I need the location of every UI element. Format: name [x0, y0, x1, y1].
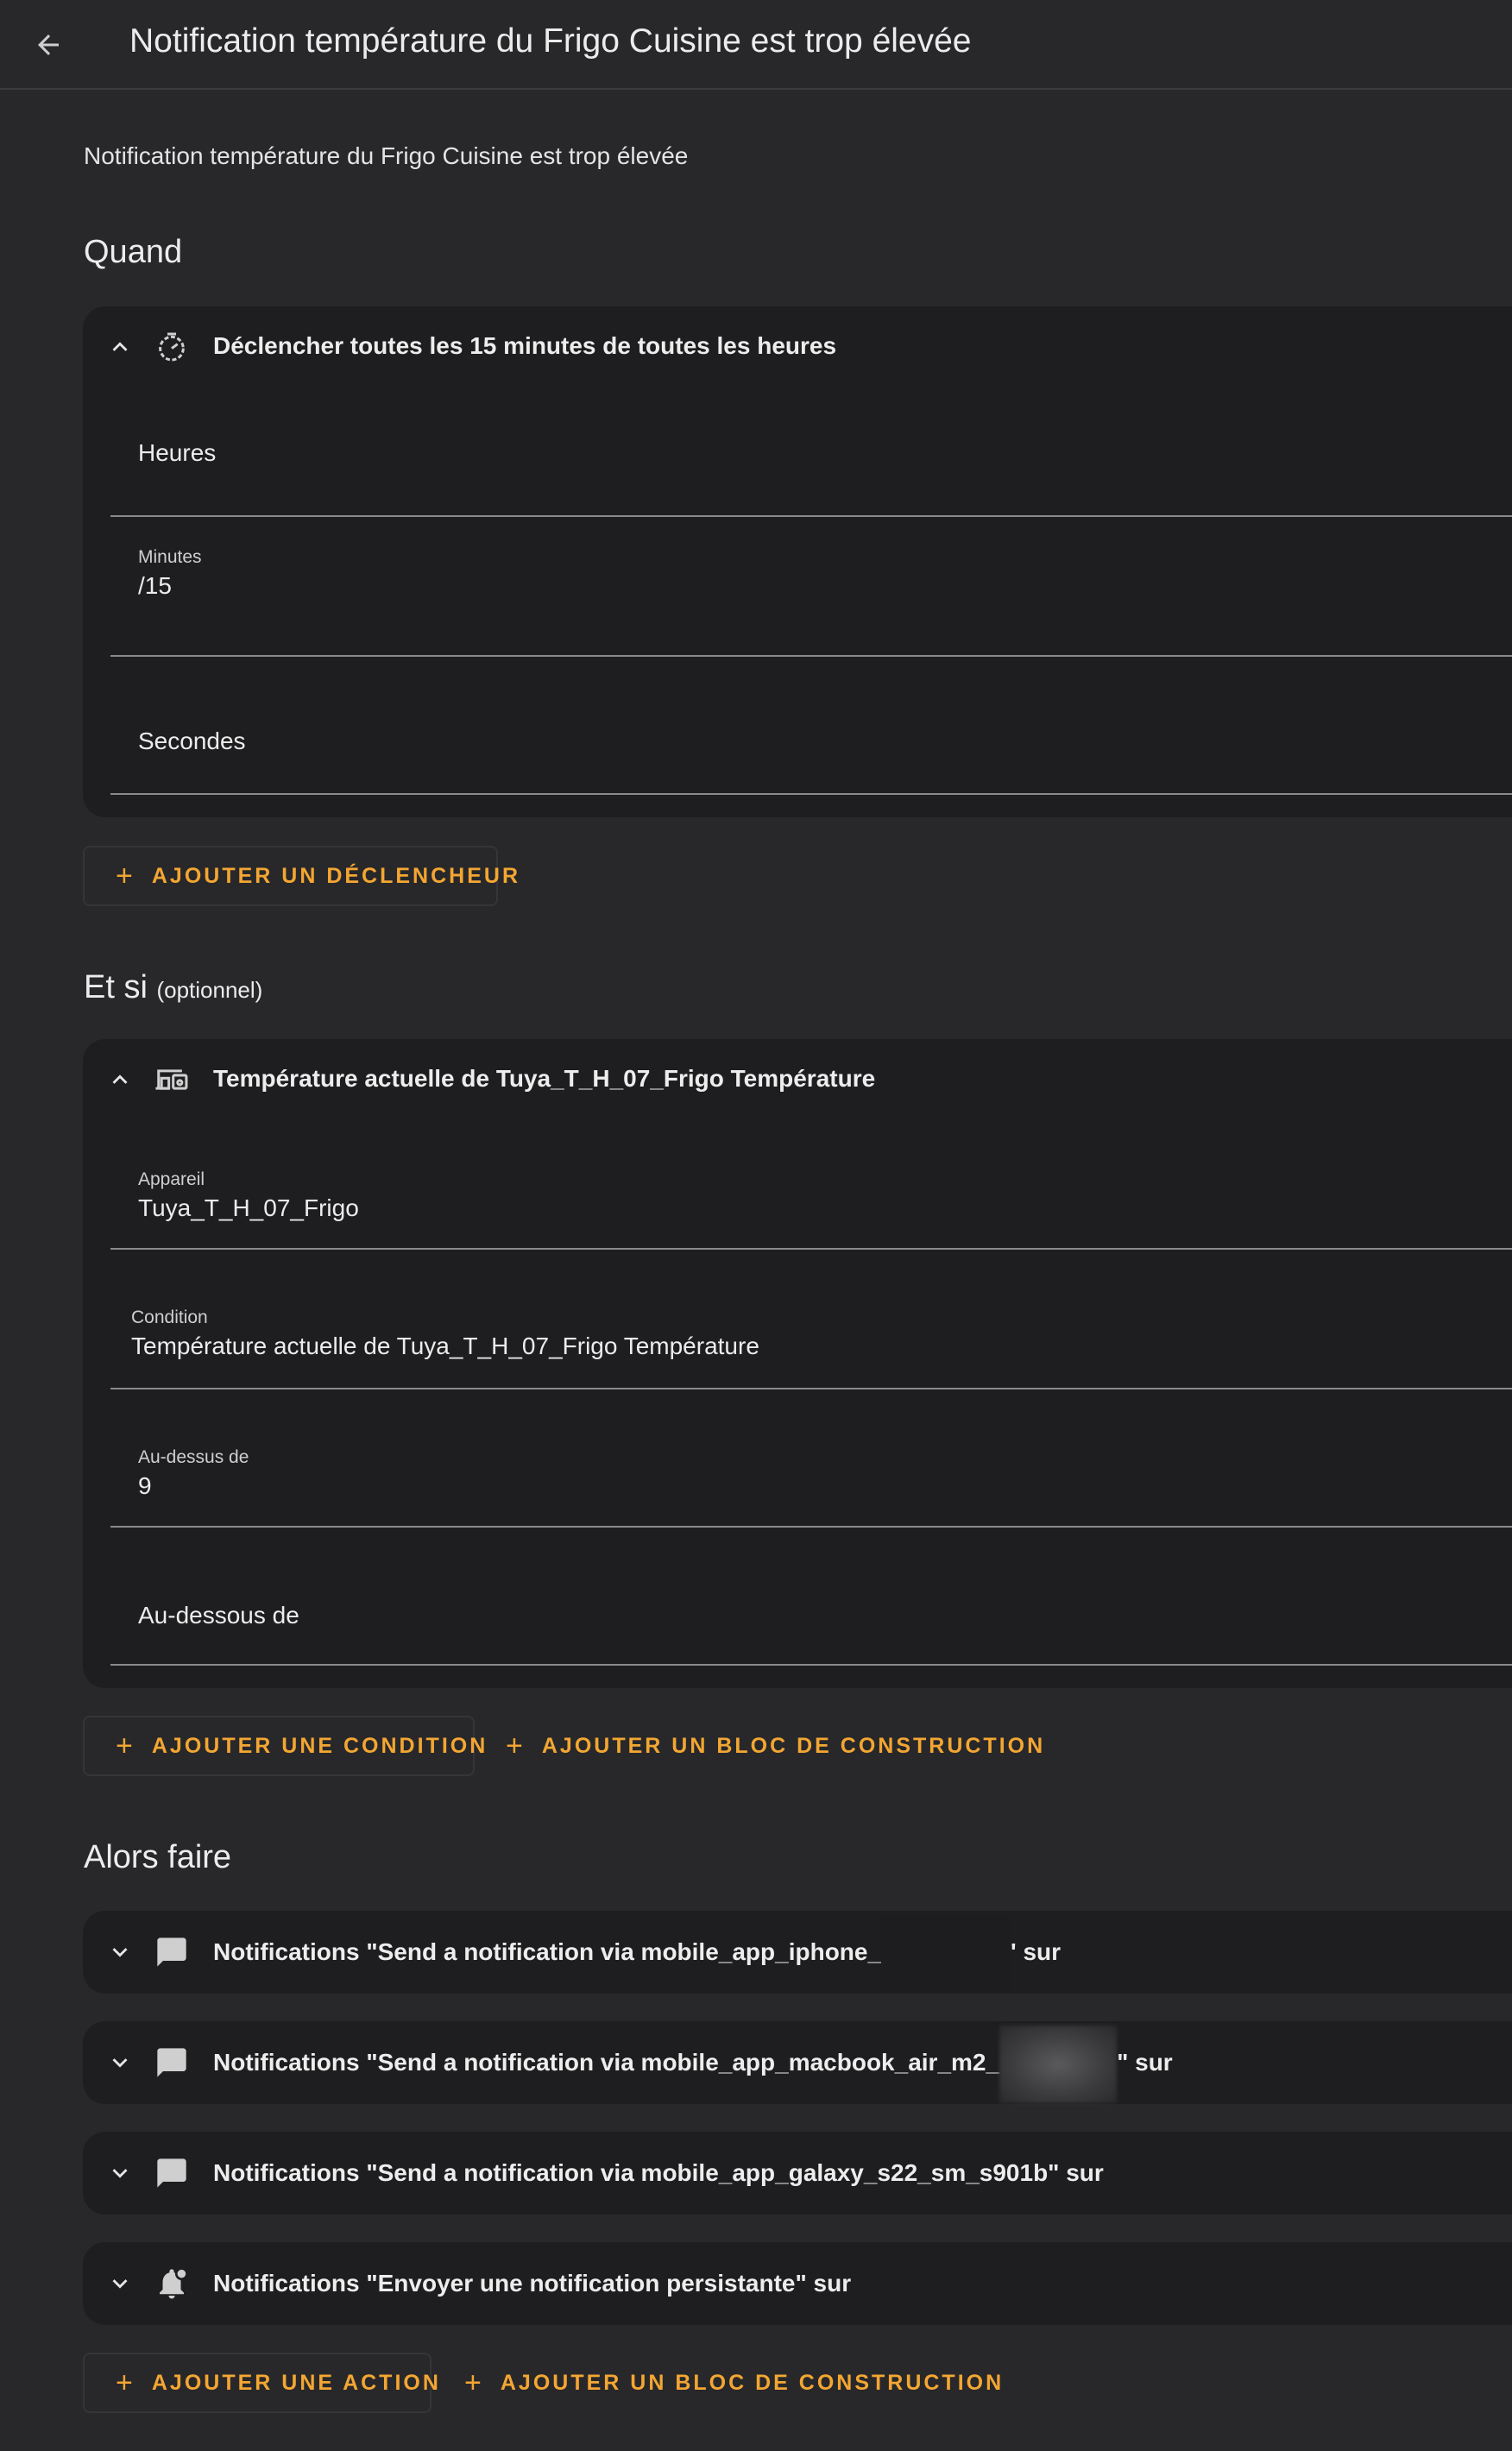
- minutes-value: /15: [138, 572, 172, 599]
- chevron-up-icon: [112, 342, 128, 351]
- device-value: Tuya_T_H_07_Frigo: [138, 1194, 359, 1221]
- condition-summary: Température actuelle de Tuya_T_H_07_Frig…: [213, 1065, 876, 1092]
- section-title-when: Quand: [84, 234, 183, 270]
- condition-value: Température actuelle de Tuya_T_H_07_Frig…: [131, 1333, 759, 1359]
- add-action-button[interactable]: + AJOUTER UNE ACTION: [83, 2353, 438, 2413]
- back-button[interactable]: [22, 19, 74, 71]
- action-row[interactable]: Notifications "Send a notification via m…: [83, 1911, 1512, 1994]
- below-label: Au-dessous de: [138, 1602, 299, 1629]
- collapse-button[interactable]: [100, 327, 140, 367]
- minutes-label: Minutes: [138, 547, 202, 567]
- above-label: Au-dessus de: [138, 1447, 249, 1467]
- section-title-then-do: Alors faire: [84, 1839, 232, 1875]
- automation-description: Notification température du Frigo Cuisin…: [84, 142, 689, 169]
- condition-label: Condition: [131, 1307, 208, 1327]
- top-app-bar: Notification température du Frigo Cuisin…: [0, 0, 1512, 90]
- redacted-area: [881, 1914, 1011, 1993]
- condition-card-header[interactable]: Température actuelle de Tuya_T_H_07_Frig…: [83, 1039, 1512, 1120]
- expand-button[interactable]: [100, 2264, 140, 2303]
- minutes-field[interactable]: Minutes /15: [110, 526, 1512, 657]
- action-row[interactable]: Notifications "Envoyer une notification …: [83, 2242, 1512, 2325]
- plus-icon: +: [464, 2366, 482, 2399]
- page-title: Notification température du Frigo Cuisin…: [129, 22, 972, 60]
- message-icon: [152, 2043, 192, 2082]
- plus-icon: +: [116, 2366, 133, 2399]
- hours-label: Heures: [138, 439, 217, 466]
- seconds-label: Secondes: [138, 728, 246, 754]
- device-field[interactable]: Appareil Tuya_T_H_07_Frigo: [110, 1120, 1512, 1250]
- chevron-down-icon: [112, 2169, 128, 2178]
- chevron-up-icon: [112, 1074, 128, 1084]
- action-row[interactable]: Notifications "Send a notification via m…: [83, 2132, 1512, 2215]
- devices-icon: [152, 1060, 192, 1099]
- action-row[interactable]: Notifications "Send a notification via m…: [83, 2021, 1512, 2104]
- expand-button[interactable]: [100, 1932, 140, 1972]
- collapse-button[interactable]: [100, 1060, 140, 1099]
- hours-field[interactable]: Heures: [110, 387, 1512, 517]
- seconds-field[interactable]: Secondes: [110, 665, 1512, 795]
- plus-icon: +: [116, 860, 133, 892]
- add-condition-button[interactable]: + AJOUTER UNE CONDITION: [83, 1716, 485, 1776]
- message-icon: [152, 2153, 192, 2193]
- redacted-area: [999, 2025, 1118, 2103]
- chevron-down-icon: [112, 2058, 128, 2068]
- timer-clock-icon: [152, 327, 192, 367]
- action-summary: Notifications "Envoyer une notification …: [213, 2270, 852, 2297]
- arrow-left-icon: [38, 35, 59, 55]
- bell-badge-icon: [152, 2264, 192, 2303]
- trigger-summary: Déclencher toutes les 15 minutes de tout…: [213, 332, 837, 359]
- add-building-block-button[interactable]: + AJOUTER UN BLOC DE CONSTRUCTION: [473, 1716, 1073, 1776]
- expand-button[interactable]: [100, 2043, 140, 2082]
- action-summary: Notifications "Send a notification via m…: [213, 2159, 1104, 2186]
- above-value: 9: [138, 1472, 152, 1499]
- add-building-block-button[interactable]: + AJOUTER UN BLOC DE CONSTRUCTION: [432, 2353, 1031, 2413]
- expand-button[interactable]: [100, 2153, 140, 2193]
- action-summary: Notifications "Send a notification via m…: [213, 2025, 1173, 2103]
- message-icon: [152, 1932, 192, 1972]
- chevron-down-icon: [112, 1948, 128, 1957]
- condition-card: Température actuelle de Tuya_T_H_07_Frig…: [83, 1039, 1512, 1688]
- above-field[interactable]: Au-dessus de 9: [110, 1398, 1512, 1528]
- trigger-card-header[interactable]: Déclencher toutes les 15 minutes de tout…: [83, 306, 1512, 387]
- action-summary: Notifications "Send a notification via m…: [213, 1914, 1061, 1993]
- plus-icon: +: [506, 1730, 523, 1762]
- condition-field[interactable]: Condition Température actuelle de Tuya_T…: [110, 1258, 1512, 1389]
- trigger-card: Déclencher toutes les 15 minutes de tout…: [83, 306, 1512, 817]
- add-trigger-button[interactable]: + AJOUTER UN DÉCLENCHEUR: [83, 846, 518, 906]
- plus-icon: +: [116, 1730, 133, 1762]
- device-label: Appareil: [138, 1169, 205, 1189]
- chevron-down-icon: [112, 2279, 128, 2289]
- below-field[interactable]: Au-dessous de: [110, 1536, 1512, 1666]
- section-title-and-if: Et si (optionnel): [84, 969, 263, 1005]
